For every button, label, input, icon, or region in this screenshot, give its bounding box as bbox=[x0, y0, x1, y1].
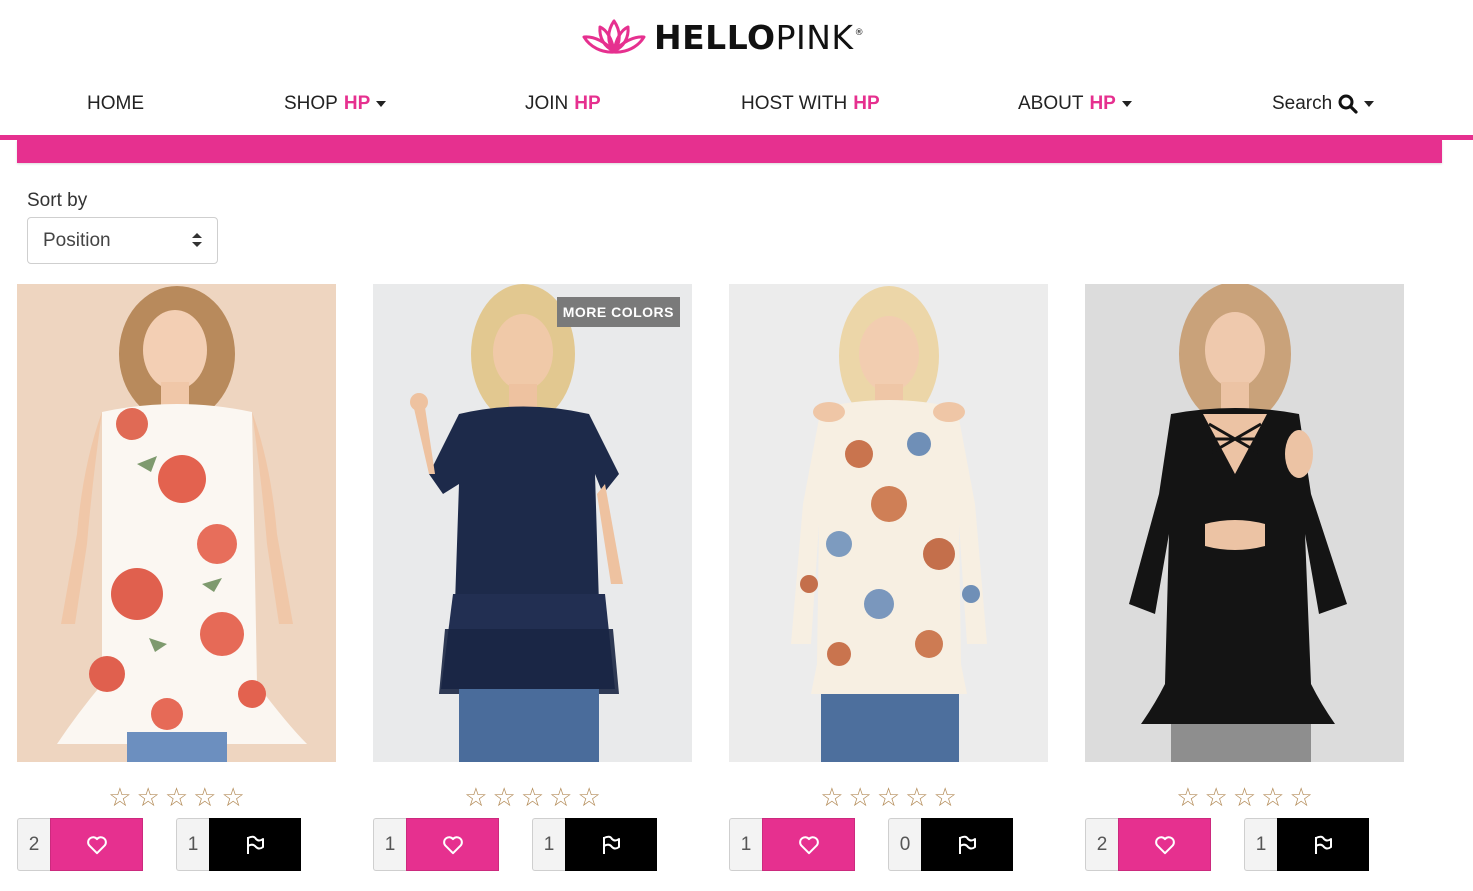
like-button[interactable]: 2 bbox=[1085, 818, 1211, 871]
caret-down-icon bbox=[376, 101, 387, 107]
heart-icon bbox=[798, 835, 819, 854]
star-outline-icon[interactable]: ☆ bbox=[108, 784, 131, 810]
flag-icon bbox=[1315, 835, 1332, 854]
flag-button-face[interactable] bbox=[209, 818, 301, 871]
star-outline-icon[interactable]: ☆ bbox=[933, 784, 956, 810]
heart-icon bbox=[442, 835, 463, 854]
nav-join[interactable]: JOIN HP bbox=[525, 84, 601, 124]
product-photo bbox=[373, 284, 692, 762]
product-image[interactable]: MORE COLORS bbox=[373, 284, 692, 762]
flag-button-face[interactable] bbox=[1277, 818, 1369, 871]
star-outline-icon[interactable]: ☆ bbox=[905, 784, 928, 810]
flag-button[interactable]: 1 bbox=[532, 818, 657, 871]
sort-select[interactable]: Position bbox=[27, 217, 218, 264]
star-outline-icon[interactable]: ☆ bbox=[549, 784, 572, 810]
product-image[interactable] bbox=[17, 284, 336, 762]
nav-about-label: ABOUT bbox=[1018, 93, 1084, 114]
nav-search[interactable]: Search bbox=[1272, 84, 1375, 124]
flag-count: 1 bbox=[532, 818, 565, 871]
flag-count: 0 bbox=[888, 818, 921, 871]
flag-icon bbox=[247, 835, 264, 854]
caret-down-icon bbox=[1364, 101, 1375, 107]
flag-icon bbox=[959, 835, 976, 854]
rating-stars: ☆ ☆ ☆ ☆ ☆ bbox=[729, 784, 1048, 810]
nav-host-label: HOST WITH bbox=[741, 93, 848, 114]
hellopink-logo[interactable]: HELLOPINK® bbox=[580, 14, 864, 60]
more-colors-badge[interactable]: MORE COLORS bbox=[556, 297, 680, 327]
star-outline-icon[interactable]: ☆ bbox=[193, 784, 216, 810]
star-outline-icon[interactable]: ☆ bbox=[221, 784, 244, 810]
heart-icon bbox=[1154, 835, 1175, 854]
star-outline-icon[interactable]: ☆ bbox=[877, 784, 900, 810]
nav-host-hp: HP bbox=[853, 93, 880, 114]
logo-bold: HELLO bbox=[654, 17, 776, 57]
product-image[interactable] bbox=[729, 284, 1048, 762]
rating-stars: ☆ ☆ ☆ ☆ ☆ bbox=[373, 784, 692, 810]
star-outline-icon[interactable]: ☆ bbox=[577, 784, 600, 810]
like-button[interactable]: 2 bbox=[17, 818, 143, 871]
like-count: 2 bbox=[1085, 818, 1118, 871]
flag-count: 1 bbox=[1244, 818, 1277, 871]
main-nav: HOME SHOP HP JOIN HP HOST WITH HP ABOUT … bbox=[0, 84, 1473, 124]
select-arrows-icon bbox=[192, 233, 202, 249]
star-outline-icon[interactable]: ☆ bbox=[1289, 784, 1312, 810]
star-outline-icon[interactable]: ☆ bbox=[1176, 784, 1199, 810]
logo-thin: PINK bbox=[775, 17, 854, 57]
flag-button-face[interactable] bbox=[921, 818, 1013, 871]
flag-icon bbox=[603, 835, 620, 854]
product-photo bbox=[729, 284, 1048, 762]
sort-label: Sort by bbox=[27, 190, 88, 211]
nav-about[interactable]: ABOUT HP bbox=[1018, 84, 1132, 124]
star-outline-icon[interactable]: ☆ bbox=[1261, 784, 1284, 810]
nav-join-label: JOIN bbox=[525, 93, 569, 114]
heart-icon bbox=[86, 835, 107, 854]
like-count: 1 bbox=[373, 818, 406, 871]
product-photo bbox=[1085, 284, 1404, 762]
nav-about-hp: HP bbox=[1089, 93, 1116, 114]
like-count: 2 bbox=[17, 818, 50, 871]
flag-button[interactable]: 0 bbox=[888, 818, 1013, 871]
like-button[interactable]: 1 bbox=[373, 818, 499, 871]
star-outline-icon[interactable]: ☆ bbox=[1205, 784, 1228, 810]
nav-join-hp: HP bbox=[574, 93, 601, 114]
star-outline-icon[interactable]: ☆ bbox=[820, 784, 843, 810]
rating-stars: ☆ ☆ ☆ ☆ ☆ bbox=[1085, 784, 1404, 810]
logo-registered: ® bbox=[854, 27, 865, 38]
nav-search-label: Search bbox=[1272, 93, 1333, 114]
star-outline-icon[interactable]: ☆ bbox=[1233, 784, 1256, 810]
star-outline-icon[interactable]: ☆ bbox=[849, 784, 872, 810]
flag-count: 1 bbox=[176, 818, 209, 871]
like-button-face[interactable] bbox=[50, 818, 143, 871]
flag-button[interactable]: 1 bbox=[176, 818, 301, 871]
header-divider bbox=[0, 135, 1473, 140]
lotus-icon bbox=[582, 19, 646, 54]
logo-wordmark: HELLOPINK® bbox=[654, 21, 864, 54]
star-outline-icon[interactable]: ☆ bbox=[165, 784, 188, 810]
flag-button[interactable]: 1 bbox=[1244, 818, 1369, 871]
nav-host[interactable]: HOST WITH HP bbox=[741, 84, 880, 124]
star-outline-icon[interactable]: ☆ bbox=[464, 784, 487, 810]
site-header: HELLOPINK® HOME SHOP HP JOIN HP HOST WIT… bbox=[0, 0, 1473, 140]
like-button-face[interactable] bbox=[1118, 818, 1211, 871]
flag-button-face[interactable] bbox=[565, 818, 657, 871]
breadcrumb-bar bbox=[17, 140, 1442, 163]
like-count: 1 bbox=[729, 818, 762, 871]
like-button[interactable]: 1 bbox=[729, 818, 855, 871]
star-outline-icon[interactable]: ☆ bbox=[493, 784, 516, 810]
nav-shop-hp: HP bbox=[343, 93, 371, 114]
caret-down-icon bbox=[1121, 101, 1132, 107]
product-image[interactable] bbox=[1085, 284, 1404, 762]
search-icon bbox=[1338, 94, 1358, 114]
sort-selected-value: Position bbox=[43, 229, 111, 251]
product-photo bbox=[17, 284, 336, 762]
nav-home-label: HOME bbox=[87, 93, 144, 114]
nav-shop-label: SHOP bbox=[284, 93, 338, 114]
star-outline-icon[interactable]: ☆ bbox=[137, 784, 160, 810]
nav-home[interactable]: HOME bbox=[87, 84, 144, 124]
star-outline-icon[interactable]: ☆ bbox=[521, 784, 544, 810]
rating-stars: ☆ ☆ ☆ ☆ ☆ bbox=[17, 784, 336, 810]
like-button-face[interactable] bbox=[406, 818, 499, 871]
nav-shop[interactable]: SHOP HP bbox=[284, 84, 387, 124]
like-button-face[interactable] bbox=[762, 818, 855, 871]
